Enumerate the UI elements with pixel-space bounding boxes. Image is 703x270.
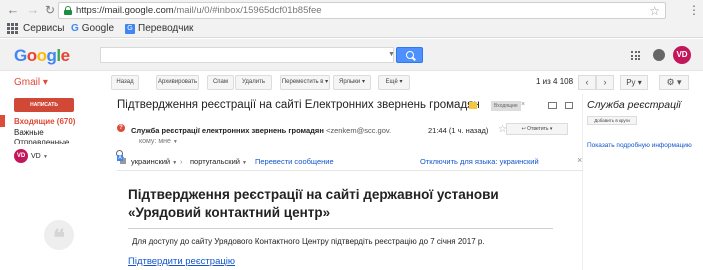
hangouts-panel: VD VD ▼ bbox=[11, 147, 133, 167]
body-heading: Підтвердження реєстрації на сайті держав… bbox=[128, 187, 499, 220]
sidebar-item-sent[interactable]: Отправленные bbox=[14, 138, 69, 144]
hangouts-avatar[interactable]: VD bbox=[14, 149, 28, 163]
bookmark-apps-label: Сервисы bbox=[23, 23, 65, 34]
move-to-button[interactable]: Переместить в ▾ bbox=[280, 75, 330, 90]
sender-email: <zenkem@scc.gov. bbox=[325, 126, 392, 135]
target-language-label: португальский bbox=[190, 157, 240, 166]
hangouts-user-name[interactable]: VD bbox=[31, 153, 41, 160]
bookmark-apps[interactable]: Сервисы bbox=[7, 23, 64, 34]
search-icon bbox=[406, 51, 414, 59]
search-input[interactable]: ▼ bbox=[100, 47, 395, 63]
disable-translation-link[interactable]: Отключить для языка: украинский bbox=[420, 157, 539, 166]
browser-menu-icon[interactable]: ⋮ bbox=[688, 3, 700, 17]
add-to-circles-button[interactable]: Добавить в круги bbox=[587, 116, 637, 125]
spam-button[interactable]: Спам bbox=[207, 75, 234, 90]
delete-button[interactable]: Удалить bbox=[235, 75, 272, 90]
gmail-menu-label[interactable]: Gmail ▾ bbox=[14, 77, 48, 88]
print-icon[interactable] bbox=[548, 102, 557, 109]
address-bar[interactable]: https://mail.google.com/mail/u/0/#inbox/… bbox=[58, 2, 666, 19]
sender-unverified-icon[interactable]: ? bbox=[117, 124, 125, 132]
inbox-selected-indicator bbox=[0, 115, 5, 127]
show-details-link[interactable]: Показать подробную информацию bbox=[587, 142, 692, 149]
compose-button[interactable]: НАПИСАТЬ bbox=[14, 98, 74, 112]
bookmark-star-icon[interactable]: ☆ bbox=[649, 4, 660, 18]
reload-icon[interactable]: ↻ bbox=[43, 3, 57, 17]
settings-button[interactable]: ⚙ ▾ bbox=[659, 75, 689, 90]
lock-icon bbox=[64, 6, 72, 15]
page-count: 1 из 4 108 bbox=[536, 77, 574, 86]
body-text: Для доступу до сайту Урядового Контактно… bbox=[132, 237, 485, 246]
older-button[interactable]: › bbox=[596, 75, 614, 90]
gmail-header: Google ▼ VD bbox=[0, 39, 703, 71]
url-text: https://mail.google.com/mail/u/0/#inbox/… bbox=[76, 5, 322, 16]
important-marker-icon[interactable] bbox=[469, 102, 477, 109]
source-language-select[interactable]: украинский ▼ bbox=[131, 157, 177, 166]
forward-arrow-icon[interactable]: → bbox=[26, 3, 40, 17]
account-avatar[interactable]: VD bbox=[673, 46, 691, 64]
close-icon[interactable]: × bbox=[577, 155, 582, 165]
gear-icon: ⚙ bbox=[666, 77, 675, 87]
notifications-icon[interactable] bbox=[653, 49, 665, 61]
input-language-button[interactable]: Ру ▾ bbox=[620, 75, 648, 90]
search-options-caret-icon[interactable]: ▼ bbox=[388, 51, 395, 58]
chevron-down-icon[interactable]: ▼ bbox=[43, 154, 48, 160]
folder-chip: Входящие bbox=[491, 101, 521, 111]
bookmarks-bar: Сервисы G Google G Переводчик bbox=[0, 22, 703, 38]
labels-button[interactable]: Ярлыки ▾ bbox=[333, 75, 371, 90]
body-divider bbox=[128, 228, 553, 229]
google-g-icon: G bbox=[71, 23, 79, 34]
message-subject: Підтвердження реєстрації на сайті Електр… bbox=[117, 99, 480, 111]
recipient-label: кому: мне bbox=[139, 138, 171, 145]
google-logo[interactable]: Google bbox=[14, 46, 70, 66]
open-new-window-icon[interactable] bbox=[565, 102, 573, 109]
back-button[interactable]: Назад bbox=[111, 75, 139, 90]
translate-icon: G bbox=[125, 23, 135, 34]
message-header-divider bbox=[117, 170, 583, 171]
contact-name: Служба реєстрації bbox=[587, 99, 681, 111]
translate-bar-icon: A bbox=[117, 155, 126, 164]
reply-label: Ответить bbox=[527, 126, 549, 132]
newer-button[interactable]: ‹ bbox=[578, 75, 596, 90]
message-time: 21:44 (1 ч. назад) bbox=[428, 126, 489, 135]
labels-label: Ярлыки bbox=[339, 79, 361, 85]
bookmark-google-label: Google bbox=[81, 23, 115, 34]
google-apps-icon[interactable] bbox=[631, 51, 640, 60]
recipient-line[interactable]: кому: мне ▼ bbox=[139, 138, 178, 145]
message-sender: Служба реєстрації електронних звернень г… bbox=[131, 126, 391, 135]
target-language-select[interactable]: португальский ▼ bbox=[190, 157, 247, 166]
hangouts-quote-icon[interactable]: ❝ bbox=[44, 220, 74, 250]
more-button[interactable]: Ещё ▾ bbox=[378, 75, 410, 90]
move-to-label: Переместить в bbox=[281, 79, 324, 85]
translate-arrow-icon: › bbox=[180, 157, 183, 166]
reply-button[interactable]: ↩ Ответить ▾ bbox=[506, 123, 568, 135]
sidebar-item-important[interactable]: Важные bbox=[14, 128, 44, 137]
bookmark-google[interactable]: G Google bbox=[71, 23, 114, 34]
back-arrow-icon[interactable]: ← bbox=[6, 3, 20, 17]
sidebar-item-inbox[interactable]: Входящие (670) bbox=[14, 117, 75, 126]
confirm-registration-link[interactable]: Підтвердити реєстрацію bbox=[128, 256, 235, 267]
bookmark-translate-label: Переводчик bbox=[138, 23, 194, 34]
remove-label-icon[interactable]: × bbox=[521, 101, 525, 108]
bookmark-translate[interactable]: G Переводчик bbox=[125, 23, 193, 34]
apps-grid-icon bbox=[7, 23, 18, 34]
archive-button[interactable]: Архивировать bbox=[156, 75, 199, 90]
source-language-label: украинский bbox=[131, 157, 171, 166]
more-label: Ещё bbox=[385, 79, 398, 85]
reply-icon: ↩ bbox=[521, 126, 526, 132]
translate-message-link[interactable]: Перевести сообщение bbox=[255, 157, 334, 166]
right-panel-divider bbox=[582, 94, 583, 270]
input-language-label: Ру bbox=[626, 78, 636, 87]
browser-toolbar: ← → ↻ https://mail.google.com/mail/u/0/#… bbox=[0, 0, 703, 22]
search-button[interactable] bbox=[396, 47, 423, 63]
sender-name: Служба реєстрації електронних звернень г… bbox=[131, 126, 324, 135]
